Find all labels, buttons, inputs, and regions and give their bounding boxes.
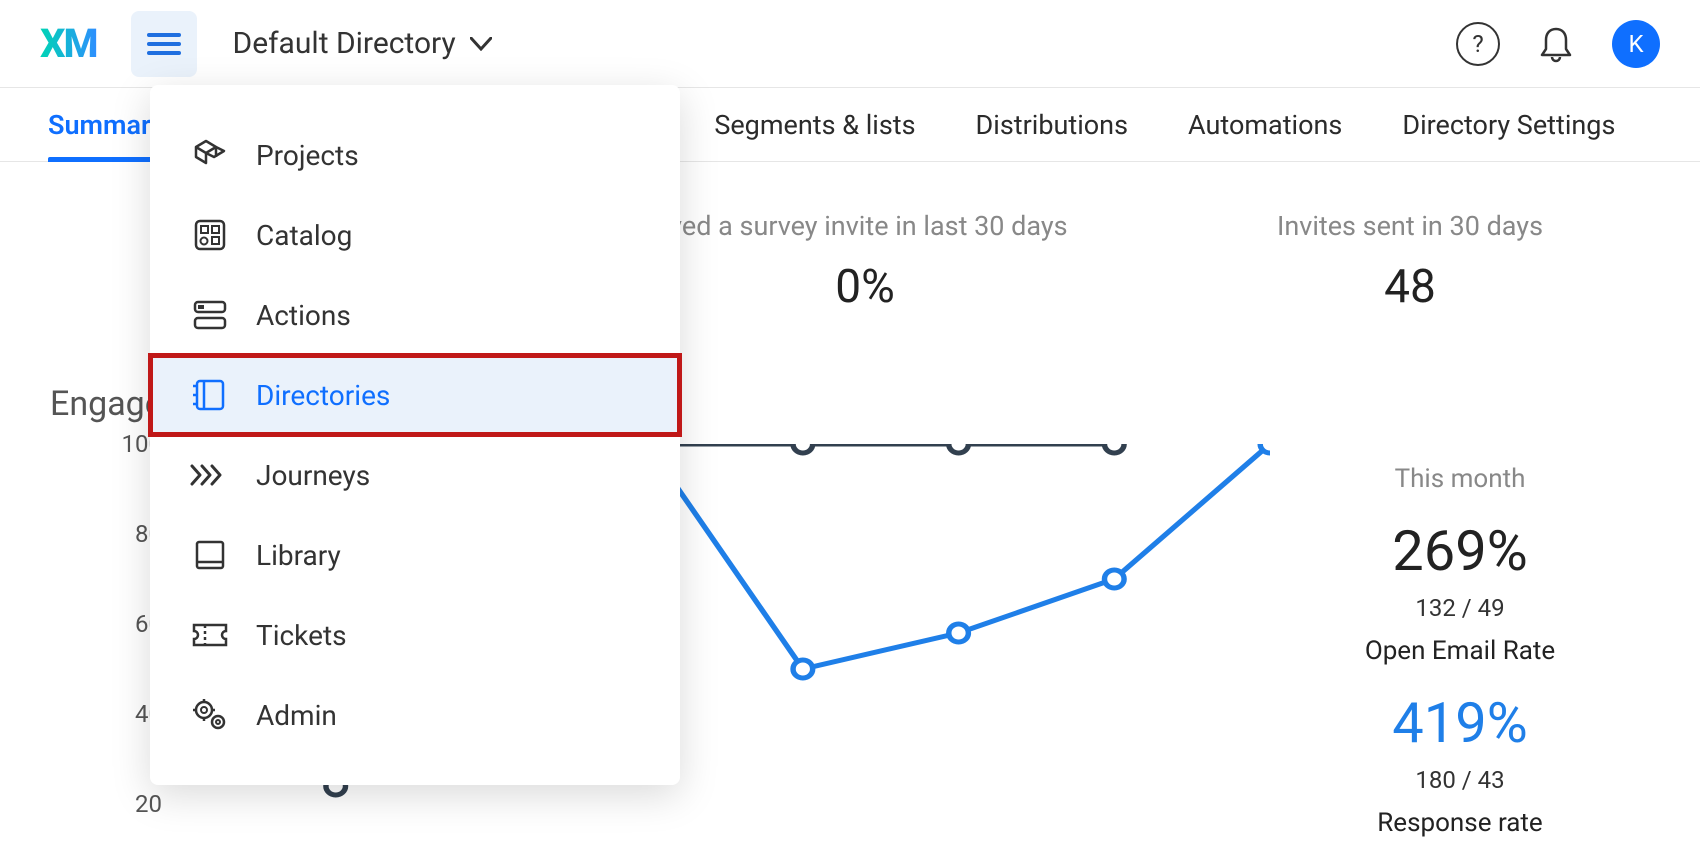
tab-segments[interactable]: Segments & lists	[714, 88, 915, 162]
response-rate-pct: 419%	[1270, 690, 1650, 756]
question-icon: ?	[1472, 30, 1483, 58]
tab-label: Segments & lists	[714, 109, 915, 141]
journeys-icon	[190, 455, 230, 495]
menu-item-library[interactable]: Library	[150, 515, 680, 595]
directory-selector-label: Default Directory	[233, 26, 456, 61]
app-header: XM Default Directory ? K	[0, 0, 1700, 88]
bell-icon	[1539, 25, 1573, 63]
open-rate-pct: 269%	[1270, 518, 1650, 584]
side-stats: This month 269% 132 / 49 Open Email Rate…	[1270, 444, 1650, 862]
tab-directory-settings[interactable]: Directory Settings	[1402, 88, 1615, 162]
tab-label: Automations	[1188, 109, 1342, 141]
tab-automations[interactable]: Automations	[1188, 88, 1342, 162]
menu-item-label: Admin	[256, 699, 337, 732]
menu-item-projects[interactable]: Projects	[150, 115, 680, 195]
tab-distributions[interactable]: Distributions	[976, 88, 1128, 162]
chevron-down-icon	[470, 37, 492, 51]
main-menu-button[interactable]	[131, 11, 197, 77]
tab-label: Distributions	[976, 109, 1128, 141]
library-icon	[190, 535, 230, 575]
menu-item-actions[interactable]: Actions	[150, 275, 680, 355]
stat-value: 48	[1170, 260, 1650, 314]
tab-label: Directory Settings	[1402, 109, 1615, 141]
menu-item-catalog[interactable]: Catalog	[150, 195, 680, 275]
actions-icon	[190, 295, 230, 335]
menu-item-label: Tickets	[256, 619, 347, 652]
response-rate-label: Response rate	[1270, 808, 1650, 838]
menu-item-label: Library	[256, 539, 341, 572]
menu-item-admin[interactable]: Admin	[150, 675, 680, 755]
menu-item-label: Actions	[256, 299, 351, 332]
directories-icon	[190, 375, 230, 415]
tickets-icon	[190, 615, 230, 655]
hamburger-icon	[147, 33, 181, 55]
menu-item-tickets[interactable]: Tickets	[150, 595, 680, 675]
notifications-button[interactable]	[1534, 22, 1578, 66]
menu-item-directories[interactable]: Directories	[150, 355, 680, 435]
menu-item-journeys[interactable]: Journeys	[150, 435, 680, 515]
menu-item-label: Catalog	[256, 219, 352, 252]
user-avatar[interactable]: K	[1612, 20, 1660, 68]
tab-label: Summary	[48, 109, 164, 141]
menu-item-label: Directories	[256, 379, 390, 412]
main-menu-dropdown: Projects Catalog Actions Directories Jou…	[150, 85, 680, 785]
menu-item-label: Projects	[256, 139, 359, 172]
response-rate-ratio: 180 / 43	[1270, 766, 1650, 794]
projects-icon	[190, 135, 230, 175]
catalog-icon	[190, 215, 230, 255]
directory-selector[interactable]: Default Directory	[233, 26, 492, 61]
admin-icon	[190, 695, 230, 735]
stat-card: Invites sent in 30 days 48	[1170, 192, 1650, 354]
tab-summary[interactable]: Summary	[48, 88, 164, 162]
open-rate-ratio: 132 / 49	[1270, 594, 1650, 622]
open-rate-label: Open Email Rate	[1270, 636, 1650, 666]
avatar-initial: K	[1628, 30, 1643, 58]
logo: XM	[40, 20, 97, 67]
help-button[interactable]: ?	[1456, 22, 1500, 66]
side-period: This month	[1270, 464, 1650, 494]
menu-item-label: Journeys	[256, 459, 370, 492]
stat-label: Invites sent in 30 days	[1170, 210, 1650, 242]
y-tick: 20	[135, 790, 162, 818]
